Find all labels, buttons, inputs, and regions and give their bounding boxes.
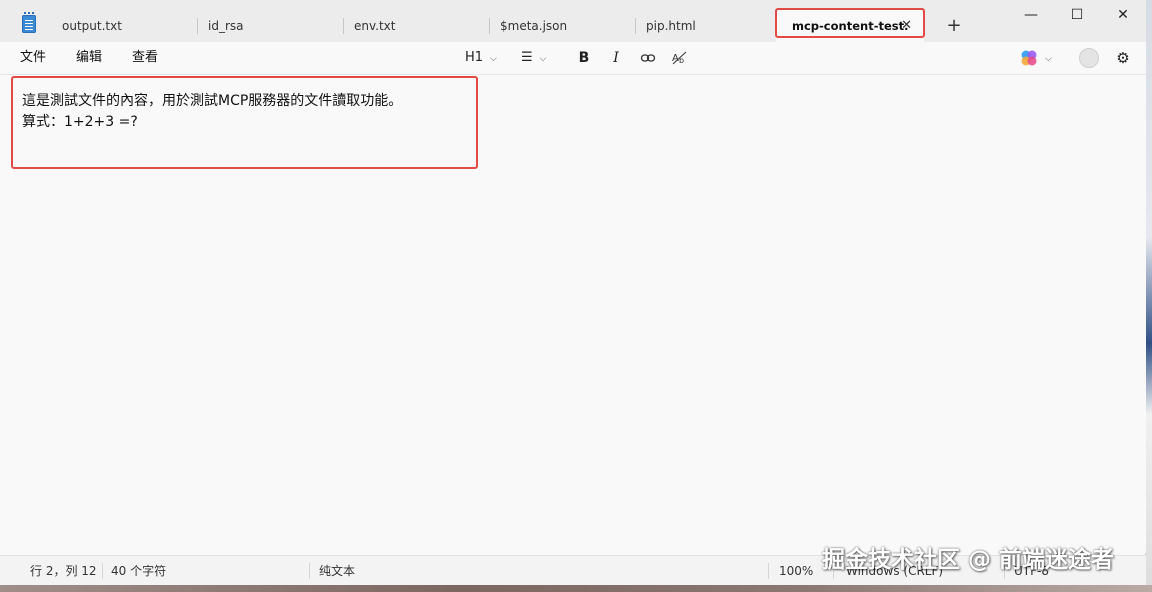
desktop-background-bottom (0, 585, 1152, 592)
tab-meta-json[interactable]: $meta.json (494, 8, 636, 42)
chevron-down-icon: ⌵ (490, 54, 497, 64)
tab-divider (635, 18, 636, 34)
close-window-button[interactable]: ✕ (1100, 0, 1146, 30)
bold-button[interactable]: B (574, 47, 594, 69)
chevron-down-icon: ⌵ (539, 54, 547, 64)
document-content[interactable]: 這是測試文件的內容，用於測試MCP服務器的文件讀取功能。 算式：1+2+3 =? (22, 91, 1122, 133)
text-editor[interactable]: 這是測試文件的內容，用於測試MCP服務器的文件讀取功能。 算式：1+2+3 =? (0, 75, 1146, 553)
close-tab-icon[interactable]: ✕ (901, 8, 912, 42)
tab-output-txt[interactable]: output.txt (56, 8, 198, 42)
tab-divider (343, 18, 344, 34)
title-bar: output.txt id_rsa env.txt $meta.json pip… (0, 0, 1146, 42)
tab-divider (197, 18, 198, 34)
notepad-window: output.txt id_rsa env.txt $meta.json pip… (0, 0, 1146, 585)
cursor-position: 行 2，列 12 (30, 564, 97, 578)
desktop-background-edge (1146, 0, 1152, 592)
gear-icon: ⚙ (1116, 49, 1130, 67)
new-tab-button[interactable]: + (944, 14, 964, 38)
tab-label: id_rsa (208, 19, 244, 33)
menu-edit[interactable]: 编辑 (76, 42, 102, 74)
list-dropdown[interactable]: ☰ ⌵ (521, 47, 561, 69)
menu-file[interactable]: 文件 (20, 42, 46, 74)
tab-pip-html[interactable]: pip.html (640, 8, 782, 42)
status-divider (768, 563, 769, 579)
menu-toolbar: 文件 编辑 查看 H1 ⌵ ☰ ⌵ B I A b ⌵ ⚙ (0, 42, 1146, 75)
list-icon: ☰ (521, 50, 533, 65)
minimize-button[interactable]: — (1008, 0, 1054, 30)
account-avatar-icon[interactable] (1079, 48, 1099, 68)
chevron-down-icon: ⌵ (1045, 54, 1052, 64)
tab-label: pip.html (646, 19, 696, 33)
tab-label: $meta.json (500, 19, 568, 33)
maximize-button[interactable]: ☐ (1054, 0, 1100, 30)
copilot-dropdown[interactable]: ⌵ (1020, 47, 1060, 69)
document-line: 這是測試文件的內容，用於測試MCP服務器的文件讀取功能。 (22, 93, 403, 109)
heading-label: H1 (465, 50, 484, 65)
tab-env-txt[interactable]: env.txt (348, 8, 490, 42)
copilot-icon (1021, 50, 1037, 65)
link-icon (640, 54, 656, 62)
spellcheck-icon: A b (672, 51, 687, 65)
document-line: 算式：1+2+3 =? (22, 114, 138, 130)
tab-label: output.txt (62, 19, 122, 33)
tab-mcp-content-test[interactable]: mcp-content-test. ✕ (776, 8, 924, 42)
tab-id-rsa[interactable]: id_rsa (202, 8, 344, 42)
status-divider (102, 563, 103, 579)
tab-label: mcp-content-test. (792, 19, 909, 33)
file-format[interactable]: 纯文本 (319, 556, 355, 586)
zoom-level[interactable]: 100% (779, 556, 813, 586)
heading-dropdown[interactable]: H1 ⌵ (465, 47, 505, 69)
link-button[interactable] (637, 47, 659, 69)
character-count: 40 个字符 (111, 564, 167, 578)
watermark: 掘金技术社区 @ 前端迷途者 (822, 547, 1115, 573)
menu-view[interactable]: 查看 (132, 42, 158, 74)
italic-button[interactable]: I (606, 47, 626, 69)
notepad-app-icon (22, 12, 36, 33)
tab-divider (489, 18, 490, 34)
spellcheck-button[interactable]: A b (669, 47, 691, 69)
settings-button[interactable]: ⚙ (1113, 47, 1133, 69)
tab-label: env.txt (354, 19, 396, 33)
status-divider (309, 563, 310, 579)
